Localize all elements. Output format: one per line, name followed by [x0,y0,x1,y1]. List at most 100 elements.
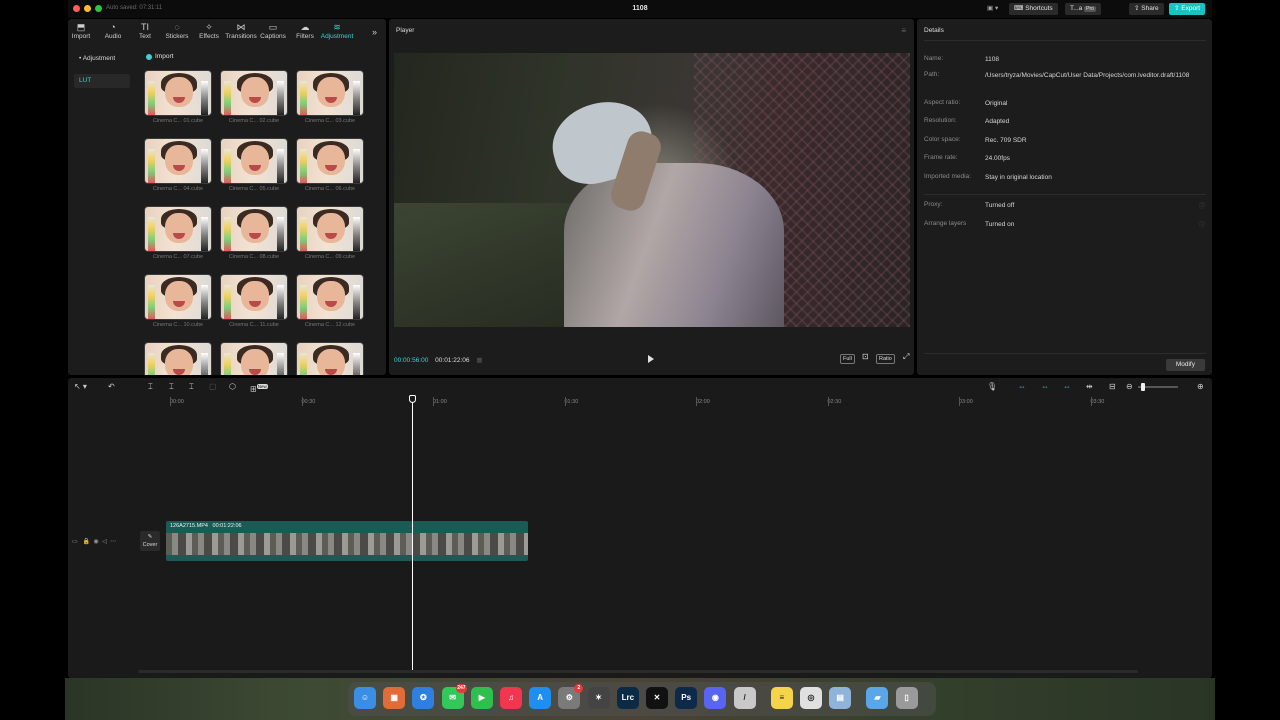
video-preview[interactable] [394,53,910,327]
tab-import[interactable]: ⬒ Import [64,21,98,40]
finder-icon[interactable]: ☺ [354,687,376,709]
lut-item[interactable] [144,342,212,375]
lightroom-icon[interactable]: Lrc [616,687,639,709]
lut-item[interactable]: Cinema C... 07.cube [144,206,212,260]
lut-item[interactable]: Cinema C... 01.cube [144,70,212,124]
track-thumb-icon[interactable]: ▭ [72,539,78,545]
delete-icon[interactable]: ▢ [209,381,217,393]
main-track-magnet-icon[interactable]: ⇔ [1018,381,1026,393]
fullscreen-icon[interactable]: ⤢ [901,353,911,363]
lut-item[interactable]: Cinema C... 06.cube [296,138,364,192]
discord-icon[interactable]: ◉ [704,687,727,709]
notes-icon[interactable]: ≡ [770,687,793,709]
downloads-folder-icon[interactable]: ▰ [866,687,889,709]
playhead-handle[interactable] [409,395,416,403]
photoshop-icon[interactable]: Ps [675,687,698,709]
gray-bars [201,81,208,115]
layers-info-icon[interactable]: ⓘ [1199,220,1205,229]
import-lut-button[interactable]: Import [144,51,173,63]
lut-item[interactable]: Cinema C... 09.cube [296,206,364,260]
music-icon[interactable]: ♫ [500,687,522,709]
launchpad-icon[interactable]: ▦ [383,687,406,709]
quicktime-icon[interactable]: ◎ [800,687,822,709]
tab-transitions[interactable]: ⋈ Transitions [224,21,258,40]
auto-reframe-icon[interactable]: ⊞New [250,381,268,396]
team-button[interactable]: T...a Pro [1065,3,1101,15]
cover-button[interactable]: ✎ Cover [140,531,160,551]
hide-track-icon[interactable]: ◉ [94,539,99,545]
lut-item[interactable]: Cinema C... 05.cube [220,138,288,192]
system-settings-icon[interactable]: ⚙ 2 [558,684,584,709]
macos-dock: ☺ ▦ ✪ ✉ 247 ▶ ♫ A ⚙ 2 ✶ Lrc ✕ Ps ◉ / ≡ ◎ ▤ ▰ ▯ [348,682,936,716]
more-tabs-icon[interactable]: » [372,27,377,37]
lut-item[interactable]: Cinema C... 04.cube [144,138,212,192]
mute-track-icon[interactable]: ◁ [102,539,107,545]
facetime-icon[interactable]: ▶ [470,687,493,709]
capcut-icon[interactable]: ✕ [646,687,668,709]
tab-effects[interactable]: ✧ Effects [192,21,226,40]
track-more-icon[interactable]: ⋯ [110,539,116,545]
lut-item[interactable] [296,342,364,375]
linkage-icon[interactable]: ⇔ [1063,381,1071,393]
preview-axis-icon[interactable]: ⇹ [1086,381,1093,393]
tab-filters[interactable]: ☁ Filters [288,21,322,40]
messages-icon[interactable]: ✉ 247 [441,684,467,709]
timeline-ruler[interactable]: 00:00 00:30 01:00 01:30 02:00 02:30 03:00 03:30 [166,396,1212,408]
trash-icon[interactable]: ▯ [895,687,918,709]
clip-label: 126A2715.MP4 00:01:22:06 [170,523,242,529]
undo-icon[interactable]: ↶ [108,381,115,393]
microphone-icon[interactable]: 🎙 [987,381,997,393]
lut-item[interactable]: Cinema C... 10.cube [144,274,212,328]
player-menu-icon[interactable]: ≡ [901,26,906,35]
timecode-grid-icon[interactable]: ▦ [476,357,482,364]
lut-item[interactable]: Cinema C... 02.cube [220,70,288,124]
app-store-icon[interactable]: A [529,687,552,709]
lut-thumbnail [296,138,364,184]
tab-captions[interactable]: ▭ Captions [256,21,290,40]
sidebar-item-adjustment[interactable]: • Adjustment [74,52,130,66]
lut-item[interactable]: Cinema C... 12.cube [296,274,364,328]
tab-stickers[interactable]: ◌ Stickers [160,21,194,40]
modify-button[interactable]: Modify [1165,359,1205,371]
split-right-icon[interactable]: ⌶ [189,381,194,393]
select-tool-icon[interactable]: ↖ ▾ [74,381,87,393]
full-button[interactable]: Full [840,354,855,364]
tab-text[interactable]: TI Text [128,21,162,40]
share-button[interactable]: ⇪ Share [1129,3,1164,15]
auto-snapping-icon[interactable]: ⇔ [1041,381,1049,393]
captions-toggle-icon[interactable]: ⊟ [1109,381,1116,393]
preview-icon[interactable]: ▤ [829,687,852,709]
screenshot-icon[interactable]: ⊡ [860,353,871,363]
layout-menu-icon[interactable]: ▣ ▾ [982,3,1003,15]
marker-icon[interactable]: ⬡ [229,381,236,393]
video-clip[interactable]: 126A2715.MP4 00:01:22:06 [166,521,528,561]
lut-item[interactable] [220,342,288,375]
export-button[interactable]: ⇧ Export [1169,3,1206,15]
shortcuts-button[interactable]: ⌨ Shortcuts [1009,3,1058,15]
sidebar-item-lut[interactable]: LUT [74,74,130,88]
proxy-info-icon[interactable]: ⓘ [1199,201,1205,210]
lut-item[interactable]: Cinema C... 11.cube [220,274,288,328]
play-icon[interactable] [648,355,654,363]
color-bars [224,81,231,115]
lut-item[interactable]: Cinema C... 08.cube [220,206,288,260]
pen-app-icon[interactable]: / [733,687,756,709]
split-left-icon[interactable]: ⌶ [169,381,174,393]
ratio-button[interactable]: Ratio [876,354,895,364]
zoom-fit-icon[interactable]: ⊕ [1197,381,1204,393]
tab-adjustment[interactable]: ≋ Adjustment [320,21,354,40]
zoom-slider[interactable] [1138,383,1178,391]
zoom-out-icon[interactable]: ⊖ [1126,381,1133,393]
zoom-slider-handle[interactable] [1141,383,1145,391]
lock-track-icon[interactable]: 🔒 [83,539,90,545]
zoom-window-button[interactable] [95,5,102,12]
safari-icon[interactable]: ✪ [412,687,435,709]
timeline-scrollbar[interactable] [138,670,1138,673]
lut-item[interactable]: Cinema C... 03.cube [296,70,364,124]
minimize-window-button[interactable] [84,5,91,12]
tab-audio[interactable]: ◔ Audio [96,21,130,40]
playhead[interactable] [409,395,416,670]
close-window-button[interactable] [73,5,80,12]
final-cut-icon[interactable]: ✶ [587,687,610,709]
split-icon[interactable]: ⌶ [148,381,153,393]
